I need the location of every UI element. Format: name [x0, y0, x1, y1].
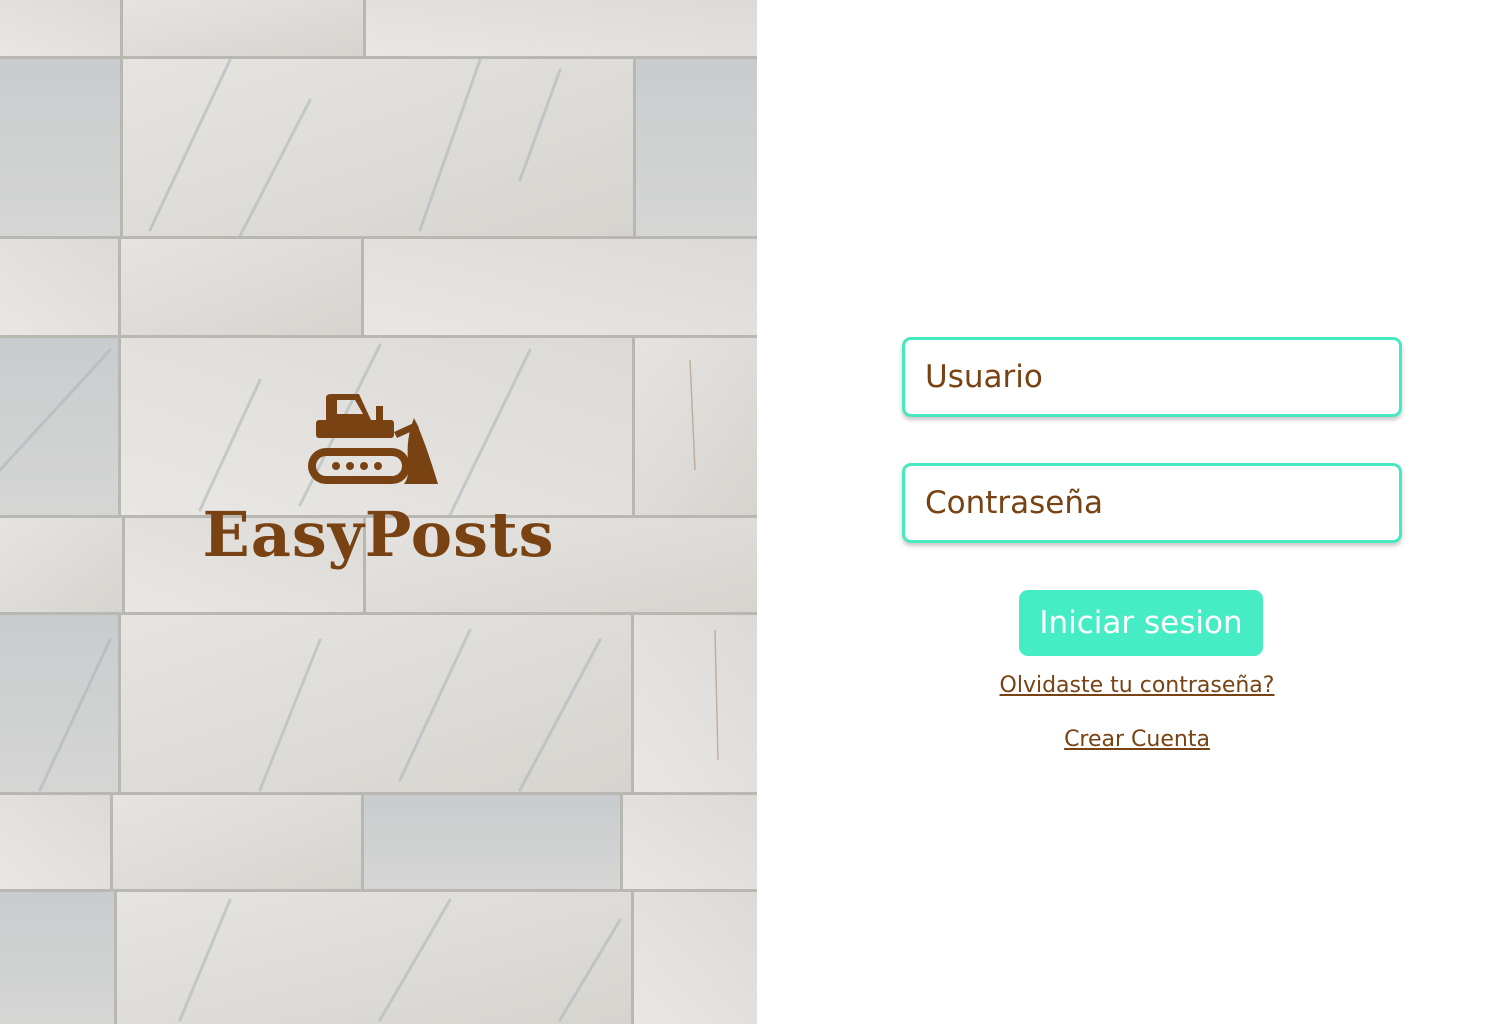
username-input[interactable] — [905, 340, 1399, 414]
bulldozer-icon — [307, 394, 438, 484]
login-page: EasyPosts Iniciar sesion Olvidaste tu co… — [0, 0, 1512, 1024]
hero-panel: EasyPosts — [0, 0, 757, 1024]
password-input[interactable] — [905, 466, 1399, 540]
brand-name: EasyPosts — [202, 498, 555, 571]
create-account-link[interactable]: Crear Cuenta — [757, 727, 1512, 752]
password-field-frame — [902, 463, 1402, 543]
login-button[interactable]: Iniciar sesion — [1019, 590, 1263, 656]
login-panel: Iniciar sesion Olvidaste tu contraseña? … — [757, 0, 1512, 1024]
username-field-frame — [902, 337, 1402, 417]
brand-block: EasyPosts — [0, 390, 757, 566]
forgot-password-link[interactable]: Olvidaste tu contraseña? — [757, 673, 1512, 698]
